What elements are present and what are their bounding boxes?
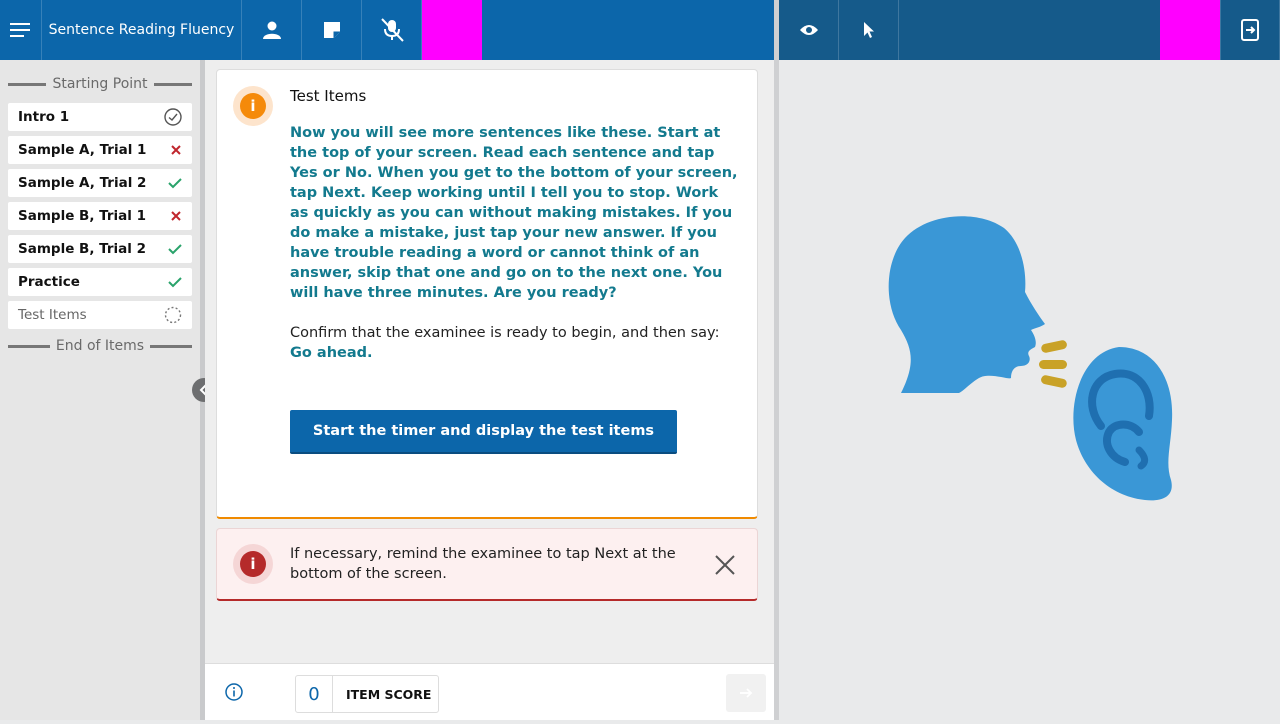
info-outline-icon[interactable]	[225, 683, 243, 701]
sidebar-item-label: Intro 1	[18, 109, 70, 125]
start-timer-button[interactable]: Start the timer and display the test ite…	[290, 410, 677, 454]
sidebar-item-test-items[interactable]: Test Items	[8, 301, 192, 329]
close-icon[interactable]	[713, 553, 737, 577]
sidebar-item-label: Test Items	[18, 307, 87, 323]
head-silhouette	[888, 216, 1045, 393]
notes-button[interactable]	[302, 0, 362, 60]
page-title: Sentence Reading Fluency	[42, 0, 242, 60]
sidebar-item-label: Sample A, Trial 1	[18, 142, 147, 158]
x-icon	[171, 145, 181, 155]
examinee-button[interactable]	[242, 0, 302, 60]
sidebar-item-sample-b-trial-2[interactable]: Sample B, Trial 2	[8, 235, 192, 263]
sidebar-item-sample-b-trial-1[interactable]: Sample B, Trial 1	[8, 202, 192, 230]
examiner-script: Now you will see more sentences like the…	[290, 125, 738, 301]
item-score: 0 ITEM SCORE	[295, 675, 439, 713]
exit-screen-icon	[1241, 19, 1259, 41]
pointer-icon	[863, 22, 874, 38]
view-button[interactable]	[779, 0, 839, 60]
speaking-listening-illustration	[888, 216, 1173, 501]
person-icon	[262, 21, 281, 39]
mic-button[interactable]	[362, 0, 422, 60]
confirm-instruction: Confirm that the examinee is ready to be…	[290, 323, 750, 363]
sidebar-item-intro-1[interactable]: Intro 1	[8, 103, 192, 131]
arrow-right-icon	[740, 688, 753, 698]
sidebar-item-label: Practice	[18, 274, 80, 290]
starting-point-label: Starting Point	[8, 76, 192, 92]
sidebar-item-practice[interactable]: Practice	[8, 268, 192, 296]
eye-icon	[799, 25, 818, 35]
checkmark-icon	[168, 178, 182, 189]
menu-icon	[9, 23, 30, 37]
sidebar-item-sample-a-trial-1[interactable]: Sample A, Trial 1	[8, 136, 192, 164]
alert-badge: i	[233, 544, 273, 584]
check-circle-icon	[164, 108, 182, 126]
exit-screen-button[interactable]	[1220, 0, 1280, 60]
checkmark-icon	[168, 244, 182, 255]
x-icon	[171, 211, 181, 221]
note-icon	[323, 22, 340, 38]
magenta-block	[422, 0, 482, 60]
next-button[interactable]	[726, 674, 766, 712]
pointer-button[interactable]	[839, 0, 899, 60]
sidebar-item-label: Sample A, Trial 2	[18, 175, 147, 191]
in-progress-icon	[164, 306, 182, 324]
footer-bar: 0 ITEM SCORE	[205, 663, 774, 720]
sidebar-item-sample-a-trial-2[interactable]: Sample A, Trial 2	[8, 169, 192, 197]
info-badge: i	[233, 86, 273, 126]
alert-icon: i	[240, 551, 266, 577]
checkmark-icon	[168, 277, 182, 288]
header-right	[779, 0, 1280, 60]
mic-off-icon	[380, 18, 404, 42]
magenta-block-right	[1160, 0, 1220, 60]
end-of-items-label: End of Items	[8, 338, 193, 354]
header-left: Sentence Reading Fluency	[0, 0, 774, 60]
alert-text: If necessary, remind the examinee to tap…	[290, 546, 676, 582]
item-score-label: ITEM SCORE	[346, 686, 432, 702]
menu-button[interactable]	[0, 0, 42, 60]
sidebar-item-label: Sample B, Trial 1	[18, 208, 147, 224]
item-score-value: 0	[296, 676, 333, 712]
sidebar-item-label: Sample B, Trial 2	[18, 241, 147, 257]
instruction-card: i Test Items Now you will see more sente…	[216, 69, 758, 519]
reminder-alert: i If necessary, remind the examinee to t…	[216, 528, 758, 601]
say-text: Go ahead.	[290, 345, 373, 361]
card-title: Test Items	[290, 87, 367, 105]
info-icon: i	[240, 93, 266, 119]
header-spacer	[899, 0, 1160, 60]
stimulus-panel	[779, 60, 1280, 720]
confirm-text: Confirm that the examinee is ready to be…	[290, 325, 720, 341]
